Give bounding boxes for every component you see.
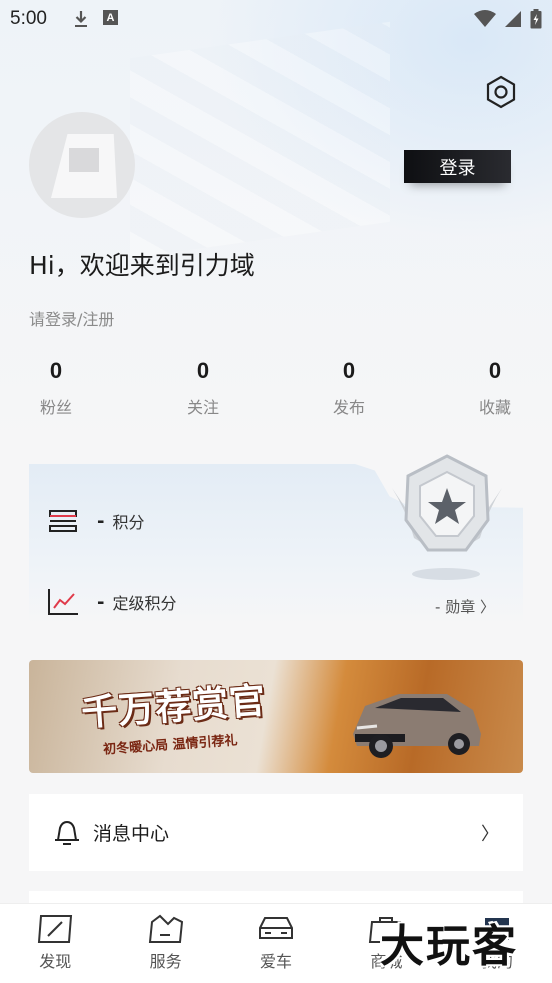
- greeting-title: Hi，欢迎来到引力域: [29, 251, 255, 280]
- download-icon: [74, 11, 87, 27]
- status-notification-icons: A: [73, 10, 118, 28]
- avatar[interactable]: [29, 112, 135, 218]
- login-button[interactable]: 登录: [404, 150, 511, 183]
- service-icon: [148, 914, 183, 943]
- points-value: -: [97, 510, 105, 532]
- tab-service[interactable]: 服务: [110, 904, 220, 983]
- stat-value: 0: [342, 358, 356, 383]
- status-bar: 5:00 A: [0, 0, 552, 38]
- stat-value: 0: [488, 358, 502, 383]
- stat-posts[interactable]: 0 发布: [309, 358, 389, 418]
- settings-gear-icon[interactable]: [483, 74, 519, 110]
- login-register-link[interactable]: 请登录/注册: [29, 306, 114, 330]
- status-time: 5:00: [10, 8, 47, 29]
- chevron-right-icon: 〉: [481, 823, 499, 845]
- stats-row: 0 粉丝 0 关注 0 发布 0 收藏: [0, 358, 552, 428]
- avatar-placeholder-icon: [51, 134, 117, 198]
- tab-label: 服务: [149, 952, 182, 971]
- stat-label: 发布: [332, 398, 365, 417]
- compass-icon: [38, 915, 73, 943]
- medal-badge-icon: [392, 454, 502, 580]
- bell-icon: [55, 820, 79, 845]
- status-system-icons: [474, 9, 542, 29]
- stat-label: 关注: [186, 398, 219, 417]
- checkered-flag-decoration: [130, 21, 390, 259]
- tab-discover[interactable]: 发现: [0, 904, 110, 983]
- tab-label: 发现: [39, 952, 72, 971]
- points-label: 积分: [112, 513, 145, 532]
- tab-my-car[interactable]: 爱车: [221, 904, 331, 983]
- stat-label: 粉丝: [39, 398, 72, 417]
- stat-value: 0: [49, 358, 63, 383]
- car-icon: [259, 917, 294, 939]
- level-points-row[interactable]: - 定级积分: [47, 588, 177, 616]
- medal-link[interactable]: - 勋章 〉: [435, 596, 495, 617]
- level-points-value: -: [97, 591, 105, 613]
- signal-icon: [505, 11, 521, 27]
- watermark-text: 大玩客: [380, 921, 518, 972]
- trend-chart-icon: [48, 589, 78, 615]
- suv-car-image: [353, 694, 481, 758]
- points-row[interactable]: - 积分: [47, 508, 145, 534]
- stat-value: 0: [196, 358, 210, 383]
- tab-label: 爱车: [260, 952, 293, 971]
- stat-following[interactable]: 0 关注: [163, 358, 243, 418]
- level-points-label: 定级积分: [112, 594, 177, 613]
- stat-fans[interactable]: 0 粉丝: [16, 358, 96, 418]
- a-app-icon: A: [102, 10, 118, 25]
- points-card-icon: [49, 510, 77, 532]
- message-center-row[interactable]: 消息中心 〉: [29, 794, 523, 871]
- wifi-icon: [474, 10, 496, 27]
- stat-favorites[interactable]: 0 收藏: [455, 358, 535, 418]
- stat-label: 收藏: [478, 398, 511, 417]
- battery-icon: [530, 9, 542, 29]
- message-center-label: 消息中心: [93, 823, 170, 845]
- promo-banner[interactable]: 千万荐赏官 初冬暖心局 温情引荐礼: [29, 660, 523, 773]
- banner-title: 千万荐赏官: [80, 680, 268, 735]
